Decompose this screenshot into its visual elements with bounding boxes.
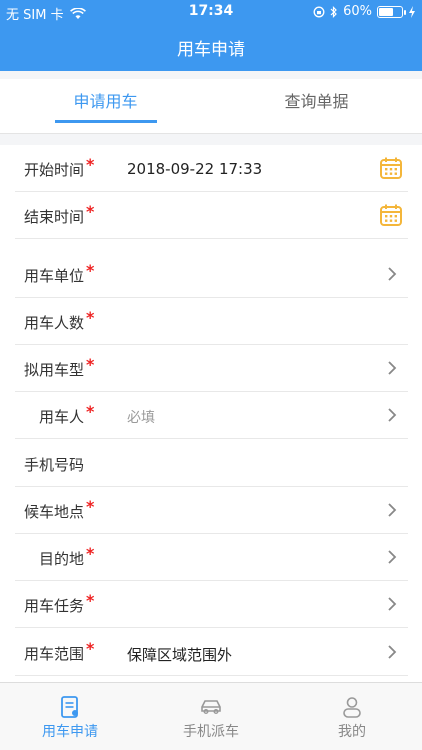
required-mark: *: [86, 155, 95, 174]
segment-tabs: 申请用车 查询单据: [0, 79, 422, 134]
passenger-placeholder[interactable]: 必填: [127, 407, 155, 427]
chevron-right-icon: [388, 550, 397, 564]
field-label: 结束时间: [23, 208, 84, 226]
field-label: 手机号码: [23, 456, 84, 474]
field-label: 拟用车型: [23, 361, 84, 379]
field-label: 用车人: [38, 408, 84, 426]
chevron-right-icon: [388, 645, 397, 659]
field-task[interactable]: 用车任务 *: [0, 581, 422, 628]
orientation-lock-icon: [313, 6, 325, 17]
bottom-tab-label: 我的: [338, 724, 366, 740]
tab-query[interactable]: 查询单据: [211, 79, 422, 134]
required-mark: *: [86, 261, 95, 280]
field-label: 用车人数: [23, 314, 84, 332]
bottom-tab-dispatch[interactable]: 手机派车: [141, 683, 281, 750]
required-mark: *: [86, 308, 95, 327]
field-label: 目的地: [38, 550, 84, 568]
battery-percent: 60%: [343, 4, 372, 19]
bottom-tab-apply[interactable]: 用车申请: [0, 683, 140, 750]
field-scope[interactable]: 用车范围 * 保障区域范围外: [0, 629, 422, 676]
field-end-time[interactable]: 结束时间 *: [0, 192, 422, 239]
field-label: 开始时间: [23, 161, 84, 179]
required-mark: *: [86, 639, 95, 658]
page-title: 用车申请: [177, 40, 245, 60]
field-passenger-count[interactable]: 用车人数 *: [0, 298, 422, 345]
field-label: 候车地点: [23, 503, 84, 521]
user-icon: [343, 697, 361, 718]
tab-apply[interactable]: 申请用车: [0, 79, 211, 134]
field-passenger[interactable]: 用车人 * 必填: [0, 392, 422, 439]
status-bar: 无 SIM 卡 17:34 60%: [0, 0, 422, 23]
required-mark: *: [86, 544, 95, 563]
form-icon: [61, 696, 78, 718]
tab-indicator: [55, 120, 157, 123]
field-vehicle-type[interactable]: 拟用车型 *: [0, 345, 422, 392]
bottom-tab-label: 手机派车: [183, 724, 239, 740]
field-pickup-location[interactable]: 候车地点 *: [0, 487, 422, 534]
required-mark: *: [86, 497, 95, 516]
field-department[interactable]: 用车单位 *: [0, 251, 422, 298]
field-label: 用车范围: [23, 645, 84, 663]
field-destination[interactable]: 目的地 *: [0, 534, 422, 581]
chevron-right-icon: [388, 267, 397, 281]
chevron-right-icon: [388, 408, 397, 422]
calendar-icon[interactable]: [379, 203, 403, 227]
required-mark: *: [86, 402, 95, 421]
battery-icon: [377, 5, 406, 18]
scope-value[interactable]: 保障区域范围外: [127, 644, 232, 665]
bottom-tab-bar: 用车申请 手机派车 我的: [0, 682, 422, 750]
calendar-icon[interactable]: [379, 156, 403, 180]
bottom-tab-mine[interactable]: 我的: [282, 683, 422, 750]
field-label: 用车任务: [23, 597, 84, 615]
application-form: 开始时间 * 2018-09-22 17:33 结束时间 * 用车单位 * 用车…: [0, 145, 422, 682]
field-label: 用车单位: [23, 267, 84, 285]
required-mark: *: [86, 355, 95, 374]
field-phone[interactable]: 手机号码: [0, 440, 422, 487]
chevron-right-icon: [388, 361, 397, 375]
chevron-right-icon: [388, 597, 397, 611]
bluetooth-icon: [330, 5, 337, 18]
required-mark: *: [86, 202, 95, 221]
charging-icon: [409, 5, 415, 18]
field-start-time[interactable]: 开始时间 * 2018-09-22 17:33: [0, 145, 422, 192]
car-icon: [201, 700, 221, 714]
bottom-tab-label: 用车申请: [42, 724, 98, 740]
required-mark: *: [86, 591, 95, 610]
chevron-right-icon: [388, 503, 397, 517]
top-bar: 无 SIM 卡 17:34 60% 用车申请: [0, 0, 422, 71]
start-time-value[interactable]: 2018-09-22 17:33: [127, 160, 262, 178]
